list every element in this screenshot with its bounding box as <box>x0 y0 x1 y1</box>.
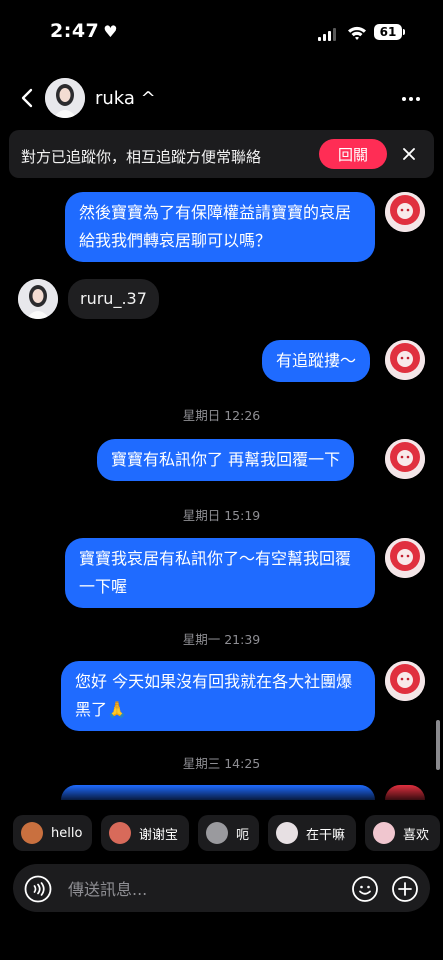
message-timestamp: 星期日 12:26 <box>182 408 261 423</box>
monkey-sticker-icon <box>21 822 43 844</box>
my-avatar <box>385 538 425 578</box>
sticker-label: 在干嘛 <box>306 827 346 843</box>
love-sticker-icon <box>373 822 395 844</box>
message-timestamp: 星期一 21:39 <box>182 632 261 647</box>
emoji-icon[interactable] <box>351 875 379 903</box>
my-avatar <box>385 192 425 232</box>
battery-indicator: 61 <box>374 24 402 40</box>
sticker-label: 谢谢宝 <box>139 827 179 843</box>
sticker-like[interactable]: 喜欢 <box>365 815 440 851</box>
heart-icon: ♥ <box>103 22 119 41</box>
sent-message[interactable]: 寶寶有私訊你了 再幫我回覆一下 <box>97 439 355 481</box>
sticker-hello[interactable]: hello <box>13 815 92 851</box>
sent-message[interactable]: 您好 今天如果沒有回我就在各大社團爆黑了🙏 <box>61 661 375 731</box>
back-chevron-icon[interactable] <box>16 86 40 110</box>
my-avatar <box>385 439 425 479</box>
my-avatar <box>385 661 425 701</box>
thanks-sticker-icon <box>109 822 131 844</box>
bear-sticker-icon <box>276 822 298 844</box>
message-timestamp: 星期日 15:19 <box>182 508 261 523</box>
message-timestamp: 星期三 14:25 <box>182 756 261 771</box>
chat-fade <box>0 785 443 805</box>
wifi-icon <box>348 26 366 40</box>
status-time: 2:47 ♥ <box>50 20 119 42</box>
sticker-label: hello <box>51 825 83 841</box>
sent-message[interactable]: 然後寶寶為了有保障權益請寶寶的哀居給我我們轉哀居聊可以嗎？ <box>65 192 375 262</box>
sent-message[interactable]: 有追蹤摟～ <box>262 340 371 382</box>
follow-banner-text: 對方已追蹤你，相互追蹤方便常聯絡 <box>21 148 262 166</box>
message-input[interactable] <box>68 876 338 902</box>
contact-message-avatar[interactable] <box>18 279 58 319</box>
my-avatar <box>385 340 425 380</box>
close-icon[interactable] <box>400 145 418 163</box>
sent-message[interactable]: 寶寶我哀居有私訊你了～有空幫我回覆一下喔 <box>65 538 375 608</box>
sticker-label: 呃 <box>236 827 250 843</box>
sticker-thanks[interactable]: 谢谢宝 <box>101 815 189 851</box>
add-attachment-icon[interactable] <box>391 875 419 903</box>
contact-avatar[interactable] <box>45 78 85 118</box>
follow-back-button[interactable]: 回關 <box>319 139 387 169</box>
chat-scrollbar[interactable] <box>436 720 440 770</box>
more-options-icon[interactable] <box>402 97 420 101</box>
cellular-signal-icon <box>318 28 340 41</box>
battery-tip <box>403 29 405 35</box>
sticker-label: 喜欢 <box>403 827 430 843</box>
sticker-what-doing[interactable]: 在干嘛 <box>268 815 356 851</box>
received-message[interactable]: ruru_.37 <box>68 279 159 319</box>
sticker-uh[interactable]: 呃 <box>198 815 259 851</box>
voice-message-icon[interactable] <box>24 875 52 903</box>
contact-name[interactable]: ruka ^ <box>95 88 156 109</box>
cat-sticker-icon <box>206 822 228 844</box>
